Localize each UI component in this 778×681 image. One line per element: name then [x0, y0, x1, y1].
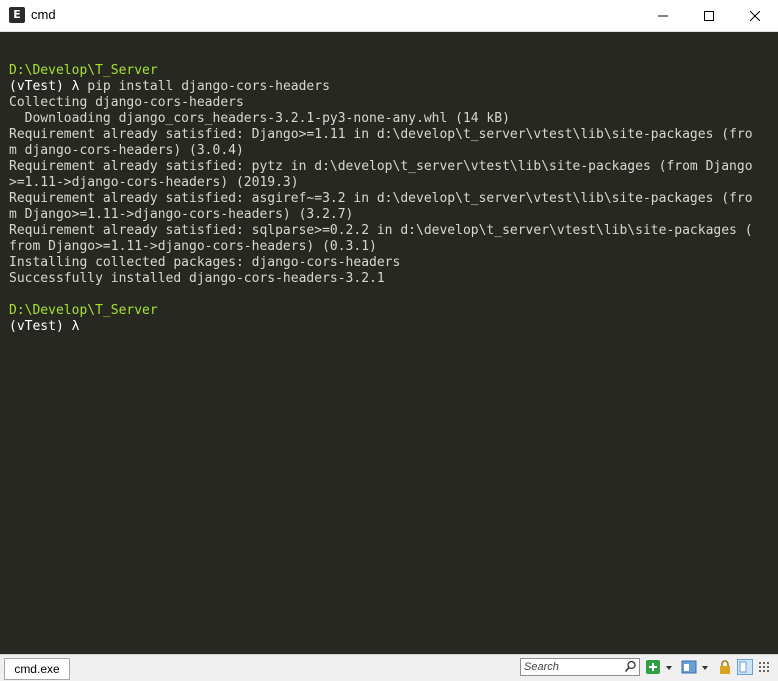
output-line: Downloading django_cors_headers-3.2.1-py… [9, 111, 510, 126]
dropdown-icon[interactable] [664, 659, 674, 675]
search-box[interactable]: Search [520, 658, 640, 676]
search-icon[interactable] [624, 660, 637, 673]
output-line: m Django>=1.11->django-cors-headers) (3.… [9, 207, 354, 222]
close-button[interactable] [732, 0, 778, 31]
output-line: >=1.11->django-cors-headers) (2019.3) [9, 175, 299, 190]
output-line: Requirement already satisfied: asgiref~=… [9, 191, 753, 206]
window-layout-icon[interactable] [681, 659, 697, 675]
minimize-icon [658, 15, 668, 16]
minimize-button[interactable] [640, 0, 686, 31]
grid-icon[interactable] [757, 659, 773, 675]
command-text: pip install django-cors-headers [79, 79, 330, 94]
virtualenv-label: (vTest) [9, 79, 72, 94]
maximize-button[interactable] [686, 0, 732, 31]
output-line: Requirement already satisfied: Django>=1… [9, 127, 753, 142]
status-bar: cmd.exe Search [0, 654, 778, 681]
lock-icon[interactable] [717, 659, 733, 675]
search-input[interactable]: Search [524, 659, 559, 675]
split-view-icon[interactable] [737, 659, 753, 675]
close-icon [750, 10, 760, 21]
output-line: Requirement already satisfied: sqlparse>… [9, 223, 753, 238]
console-tab[interactable]: cmd.exe [4, 658, 70, 680]
window-title: cmd [31, 7, 56, 22]
output-line: Installing collected packages: django-co… [9, 255, 401, 270]
terminal-output[interactable]: D:\Develop\T_Server (vTest) λ pip install… [0, 32, 778, 654]
prompt-line: (vTest) λ pip install django-cors-header… [9, 79, 330, 95]
output-line: Requirement already satisfied: pytz in d… [9, 159, 753, 174]
prompt-symbol: λ [71, 319, 80, 334]
output-line: m django-cors-headers) (3.0.4) [9, 143, 244, 158]
prompt-line: (vTest) λ [9, 319, 79, 335]
current-path: D:\Develop\T_Server [9, 303, 158, 318]
output-line: from Django>=1.11->django-cors-headers) … [9, 239, 377, 254]
dropdown-icon[interactable] [700, 659, 710, 675]
virtualenv-label: (vTest) [9, 319, 72, 334]
output-line: Collecting django-cors-headers [9, 95, 244, 110]
current-path: D:\Develop\T_Server [9, 63, 158, 78]
console-emulator-icon[interactable]: E [9, 7, 25, 23]
new-console-icon[interactable] [645, 659, 661, 675]
maximize-icon [704, 10, 714, 21]
output-line: Successfully installed django-cors-heade… [9, 271, 385, 286]
title-bar: E cmd [0, 0, 778, 32]
